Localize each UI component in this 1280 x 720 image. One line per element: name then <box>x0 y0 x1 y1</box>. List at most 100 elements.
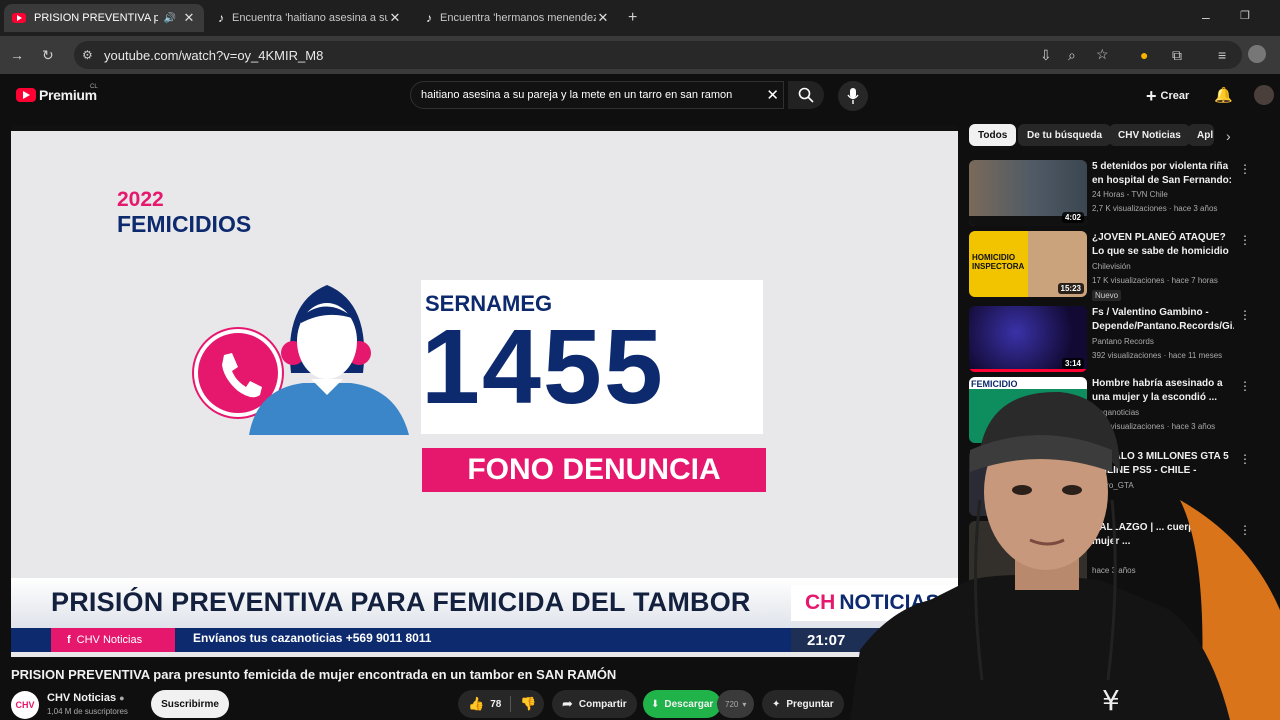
recommendation-channel[interactable]: 24 Horas - TVN Chile <box>1092 190 1168 199</box>
recommendation-channel[interactable]: Chilevisión <box>1092 262 1131 271</box>
new-tab-button[interactable]: + <box>628 9 637 27</box>
subscribe-button[interactable]: Suscribirme <box>151 690 229 718</box>
more-options-icon[interactable]: ⋮ <box>1239 162 1251 176</box>
chevron-right-icon[interactable]: › <box>1226 128 1231 144</box>
create-label: Crear <box>1160 90 1190 102</box>
thumbnail-text: HOMICIDIO INSPECTORA <box>972 253 1025 271</box>
ticker-source-label: CHV Noticias <box>76 634 143 646</box>
chip-apl[interactable]: Apl <box>1188 124 1214 146</box>
tab-tiktok-2[interactable]: ♪ Encuentra 'hermanos menendez ✕ <box>418 4 618 32</box>
recommendation-meta: 392 visualizaciones · hace 11 meses <box>1092 351 1223 360</box>
ask-button[interactable]: ✦ Preguntar <box>762 690 844 718</box>
tab-youtube[interactable]: PRISION PREVENTIVA para presunto femicid… <box>4 4 204 32</box>
chv-logo-mark: CH <box>805 591 836 614</box>
duration-badge: 4:02 <box>1061 212 1084 223</box>
reload-icon[interactable]: ↻ <box>42 47 54 64</box>
maximize-icon[interactable]: ❐ <box>1240 9 1250 22</box>
video-thumbnail[interactable]: 4:02 <box>969 160 1087 226</box>
headline-banner: PRISIÓN PREVENTIVA PARA FEMICIDA DEL TAM… <box>51 587 751 617</box>
youtube-logo-icon[interactable] <box>16 88 36 102</box>
profile-avatar[interactable] <box>1248 45 1266 63</box>
recommendation-item[interactable]: 4:02 5 detenidos por violenta riña en ho… <box>969 160 1251 226</box>
chip-chv-noticias[interactable]: CHV Noticias <box>1109 124 1190 146</box>
recommendation-title[interactable]: Fs / Valentino Gambino - Depende/Pantano… <box>1092 306 1234 334</box>
tiktok-favicon-icon: ♪ <box>218 11 224 25</box>
notifications-bell-icon[interactable]: 🔔 <box>1214 86 1233 104</box>
extensions-puzzle-icon[interactable]: ⧉ <box>1172 47 1182 64</box>
facebook-icon: f <box>67 634 71 646</box>
recommendation-title[interactable]: 5 detenidos por violenta riña en hospita… <box>1092 160 1234 188</box>
quality-select[interactable]: 720 ▾ <box>717 690 755 718</box>
site-info-icon[interactable]: ⚙ <box>82 48 93 62</box>
extension-icon[interactable]: ● <box>1140 47 1148 63</box>
clear-search-icon[interactable]: ✕ <box>766 86 779 104</box>
recommendation-channel[interactable]: Pantano Records <box>1092 337 1154 346</box>
account-avatar[interactable] <box>1254 85 1274 105</box>
video-thumbnail[interactable]: 3:14 <box>969 306 1087 372</box>
share-icon: ➦ <box>562 696 573 711</box>
dislike-icon[interactable]: 👎 <box>520 696 536 712</box>
search-input[interactable]: haitiano asesina a su pareja y la mete e… <box>410 81 784 109</box>
voice-search-button[interactable] <box>838 81 868 111</box>
download-button[interactable]: ⬇ Descargar <box>643 690 722 718</box>
browser-tab-bar: PRISION PREVENTIVA para presunto femicid… <box>0 0 1280 36</box>
subscriber-count: 1,04 M de suscriptores <box>47 707 128 716</box>
woman-avatar-icon <box>249 285 409 435</box>
tab-title: Encuentra 'haitiano asesina a su pareja <box>232 12 388 24</box>
video-player[interactable]: 2022 FEMICIDIOS SERNAMEG 1455 FONO DENUN… <box>11 125 958 657</box>
webcam-overlay: ¥ <box>850 380 1280 720</box>
like-dislike-group: 👍 78 👎 <box>458 690 544 718</box>
chip-todos[interactable]: Todos <box>969 124 1017 146</box>
close-tab-icon[interactable]: ✕ <box>388 10 402 26</box>
share-label: Compartir <box>578 698 627 710</box>
download-label: Descargar <box>664 698 714 710</box>
search-icon <box>798 87 814 103</box>
more-options-icon[interactable]: ⋮ <box>1239 233 1251 247</box>
more-options-icon[interactable]: ⋮ <box>1239 308 1251 322</box>
tab-tiktok-1[interactable]: ♪ Encuentra 'haitiano asesina a su parej… <box>210 4 410 32</box>
create-button[interactable]: + Crear <box>1146 86 1189 106</box>
channel-name[interactable]: CHV Noticias ● <box>47 692 125 704</box>
microphone-icon <box>847 88 859 104</box>
streamer-image: ¥ <box>850 391 1280 720</box>
close-tab-icon[interactable]: ✕ <box>182 10 196 26</box>
zoom-icon[interactable]: ⌕ <box>1068 47 1076 64</box>
duration-badge: 3:14 <box>1061 358 1084 369</box>
forward-icon[interactable]: → <box>10 47 24 63</box>
region-code: CL <box>90 84 98 90</box>
year-label: 2022 <box>117 188 164 211</box>
url-text: youtube.com/watch?v=oy_4KMIR_M8 <box>104 47 324 63</box>
address-bar[interactable]: ⚙ youtube.com/watch?v=oy_4KMIR_M8 <box>74 41 1242 69</box>
youtube-premium-logo[interactable]: Premium <box>39 87 97 103</box>
media-control-icon[interactable]: ≡ <box>1218 47 1226 63</box>
close-tab-icon[interactable]: ✕ <box>596 10 610 26</box>
femicidios-label: FEMICIDIOS <box>117 211 252 237</box>
recommendation-item[interactable]: 3:14 Fs / Valentino Gambino - Depende/Pa… <box>969 306 1251 372</box>
like-count: 78 <box>490 698 502 710</box>
quality-value: 720 <box>725 699 739 709</box>
video-thumbnail[interactable]: HOMICIDIO INSPECTORA 15:23 <box>969 231 1087 297</box>
channel-name-label: CHV Noticias <box>47 692 117 704</box>
channel-avatar[interactable]: CHV <box>11 691 39 719</box>
share-button[interactable]: ➦ Compartir <box>552 690 637 718</box>
svg-text:¥: ¥ <box>1102 684 1120 717</box>
recommendation-item[interactable]: HOMICIDIO INSPECTORA 15:23 ¿JOVEN PLANEÓ… <box>969 231 1251 301</box>
hotline-number: 1455 <box>421 308 665 426</box>
video-top-edge <box>11 125 958 131</box>
search-query: haitiano asesina a su pareja y la mete e… <box>421 89 733 101</box>
recommendation-meta: 2,7 K visualizaciones · hace 3 años <box>1092 204 1218 213</box>
ask-label: Preguntar <box>786 698 834 710</box>
speaker-icon[interactable]: 🔊 <box>164 13 176 24</box>
bookmark-star-icon[interactable]: ☆ <box>1096 46 1109 63</box>
tab-title: Encuentra 'hermanos menendez <box>440 12 596 24</box>
minimize-icon[interactable]: – <box>1202 9 1210 25</box>
tiktok-favicon-icon: ♪ <box>426 11 432 25</box>
like-icon[interactable]: 👍 <box>468 696 484 712</box>
search-button[interactable] <box>788 81 824 109</box>
recommendation-title[interactable]: ¿JOVEN PLANEÓ ATAQUE? Lo que se sabe de … <box>1092 231 1234 259</box>
install-app-icon[interactable]: ⇩ <box>1040 47 1052 64</box>
chip-de-tu-busqueda[interactable]: De tu búsqueda <box>1018 124 1112 146</box>
ticker-text: Envíanos tus cazanoticias +569 9011 8011 <box>193 631 432 645</box>
tab-title: PRISION PREVENTIVA para presunto femicid… <box>34 12 158 24</box>
video-title: PRISION PREVENTIVA para presunto femicid… <box>11 667 617 682</box>
